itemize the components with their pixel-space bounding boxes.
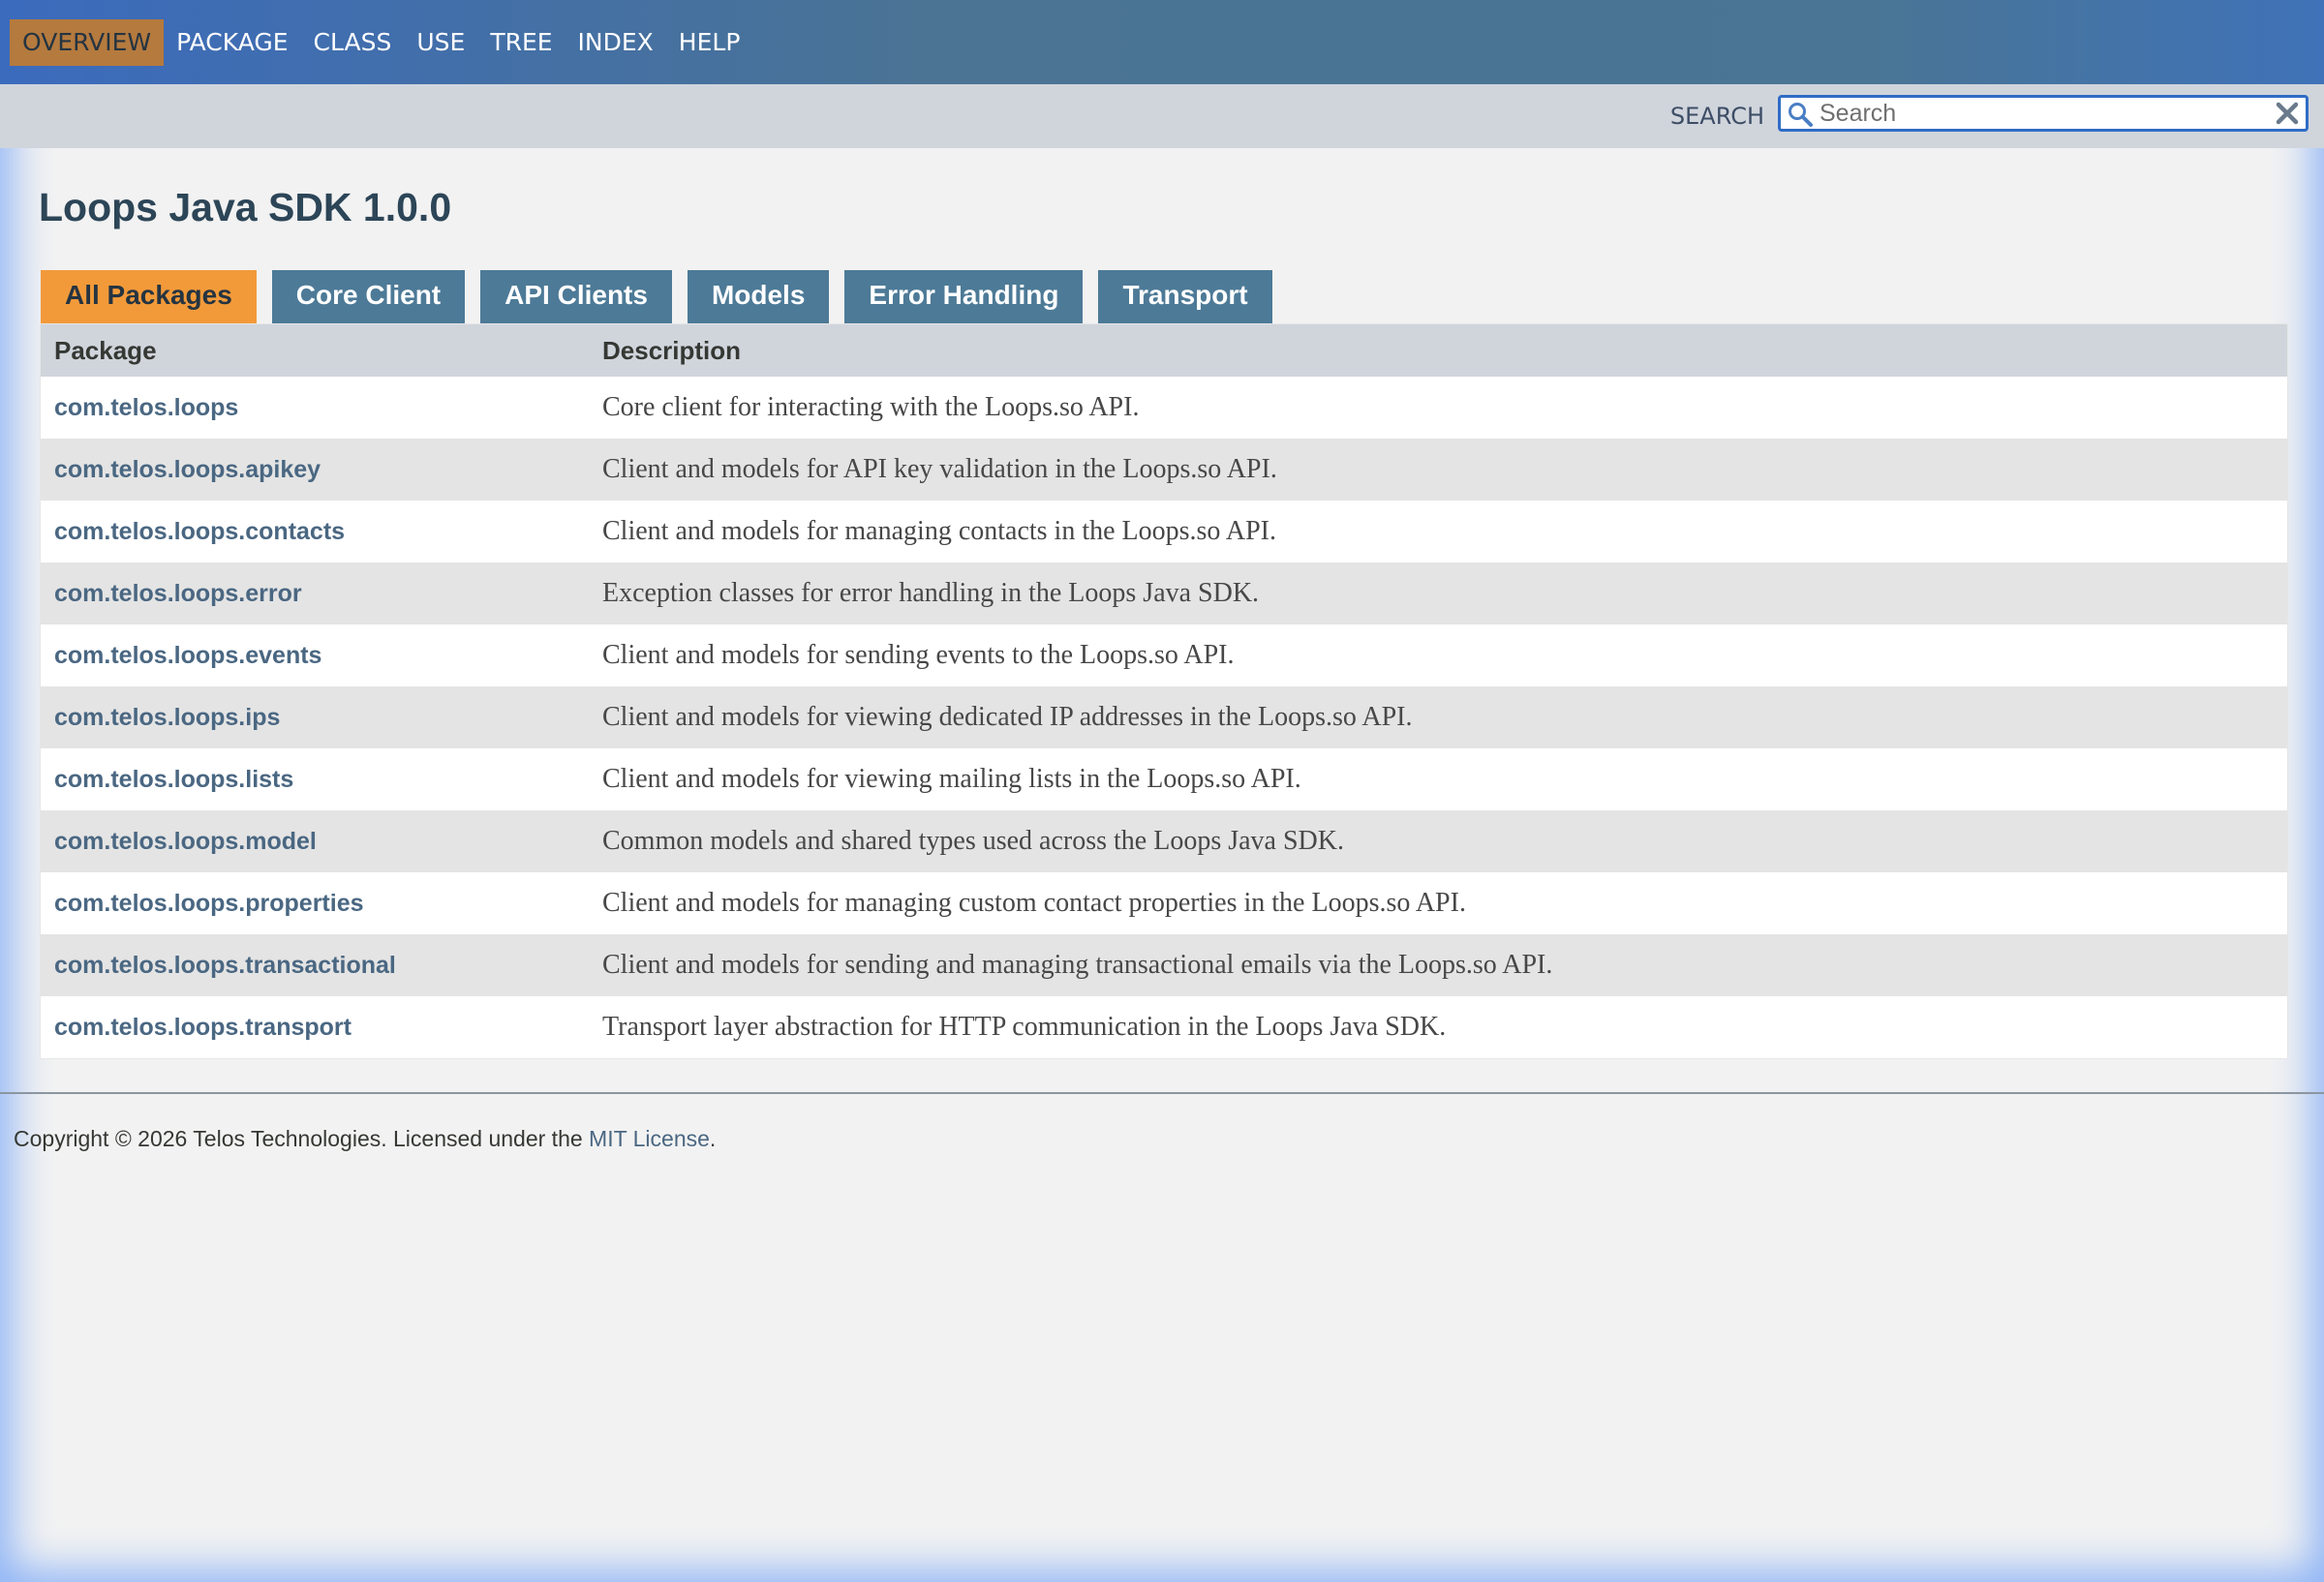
nav-item-class[interactable]: CLASS <box>301 19 405 66</box>
search-input[interactable] <box>1819 98 2255 129</box>
column-header-description: Description <box>602 335 742 365</box>
description-cell: Core client for interacting with the Loo… <box>602 392 1140 422</box>
package-cell: com.telos.loops.properties <box>41 890 602 918</box>
footer-suffix: . <box>709 1126 717 1151</box>
table-row: com.telos.loops.properties Client and mo… <box>41 872 2287 934</box>
footer: Copyright © 2026 Telos Technologies. Lic… <box>14 1126 716 1152</box>
description-cell: Client and models for API key validation… <box>602 454 1277 484</box>
description-cell: Client and models for viewing dedicated … <box>602 702 1413 732</box>
table-row: com.telos.loops.transactional Client and… <box>41 934 2287 996</box>
nav-item-package[interactable]: PACKAGE <box>164 19 300 66</box>
package-cell: com.telos.loops.ips <box>41 704 602 732</box>
package-link[interactable]: com.telos.loops.transactional <box>54 952 396 979</box>
page: OVERVIEW PACKAGE CLASS USE TREE INDEX HE… <box>0 0 2324 1582</box>
search-box[interactable] <box>1778 95 2309 132</box>
table-row: com.telos.loops.contacts Client and mode… <box>41 501 2287 563</box>
tab-error-handling[interactable]: Error Handling <box>844 270 1084 323</box>
tab-all-packages[interactable]: All Packages <box>41 270 257 323</box>
table-row: com.telos.loops.apikey Client and models… <box>41 439 2287 501</box>
tab-api-clients[interactable]: API Clients <box>480 270 672 323</box>
package-link[interactable]: com.telos.loops.apikey <box>54 456 321 483</box>
table-header: Package Description <box>41 324 2287 377</box>
search-icon <box>1789 103 1813 127</box>
table-row: com.telos.loops.model Common models and … <box>41 810 2287 872</box>
package-cell: com.telos.loops.model <box>41 828 602 856</box>
description-cell: Client and models for viewing mailing li… <box>602 764 1301 794</box>
table-row: com.telos.loops Core client for interact… <box>41 377 2287 439</box>
tab-models[interactable]: Models <box>687 270 830 323</box>
nav-item-index[interactable]: INDEX <box>566 19 666 66</box>
nav-item-tree[interactable]: TREE <box>477 19 565 66</box>
package-link[interactable]: com.telos.loops.lists <box>54 766 293 793</box>
table-row: com.telos.loops.ips Client and models fo… <box>41 686 2287 748</box>
package-cell: com.telos.loops.transport <box>41 1014 602 1042</box>
package-cell: com.telos.loops.error <box>41 580 602 608</box>
description-cell: Client and models for sending events to … <box>602 640 1235 670</box>
table-row: com.telos.loops.events Client and models… <box>41 624 2287 686</box>
package-link[interactable]: com.telos.loops.events <box>54 642 321 669</box>
tab-transport[interactable]: Transport <box>1098 270 1272 323</box>
description-cell: Client and models for sending and managi… <box>602 950 1553 980</box>
package-link[interactable]: com.telos.loops.error <box>54 580 302 607</box>
package-summary-table: Package Description com.telos.loops Core… <box>40 323 2288 1059</box>
package-cell: com.telos.loops.lists <box>41 766 602 794</box>
copyright-text: Copyright © 2026 Telos Technologies. Lic… <box>14 1126 590 1151</box>
sub-nav-bar: SEARCH <box>0 84 2324 148</box>
package-cell: com.telos.loops.apikey <box>41 456 602 484</box>
package-cell: com.telos.loops.transactional <box>41 952 602 980</box>
search-label: SEARCH <box>1669 103 1764 130</box>
license-link[interactable]: MIT License <box>589 1126 710 1151</box>
table-row: com.telos.loops.lists Client and models … <box>41 748 2287 810</box>
package-cell: com.telos.loops <box>41 394 602 422</box>
package-tabs: All Packages Core Client API Clients Mod… <box>41 270 1288 323</box>
package-link[interactable]: com.telos.loops.transport <box>54 1014 352 1041</box>
nav-item-overview[interactable]: OVERVIEW <box>10 19 165 66</box>
close-icon[interactable] <box>2275 101 2300 126</box>
package-cell: com.telos.loops.events <box>41 642 602 670</box>
description-cell: Exception classes for error handling in … <box>602 578 1260 608</box>
package-link[interactable]: com.telos.loops.model <box>54 828 317 855</box>
description-cell: Common models and shared types used acro… <box>602 826 1344 856</box>
package-cell: com.telos.loops.contacts <box>41 518 602 546</box>
table-row: com.telos.loops.error Exception classes … <box>41 563 2287 624</box>
nav-item-help[interactable]: HELP <box>666 19 753 66</box>
package-link[interactable]: com.telos.loops <box>54 394 238 421</box>
package-link[interactable]: com.telos.loops.ips <box>54 704 280 731</box>
package-link[interactable]: com.telos.loops.properties <box>54 890 364 917</box>
tab-core-client[interactable]: Core Client <box>271 270 466 323</box>
package-link[interactable]: com.telos.loops.contacts <box>54 518 345 545</box>
nav-item-use[interactable]: USE <box>404 19 477 66</box>
top-nav-bar: OVERVIEW PACKAGE CLASS USE TREE INDEX HE… <box>0 0 2324 84</box>
column-header-package: Package <box>54 335 157 365</box>
page-title: Loops Java SDK 1.0.0 <box>39 185 452 229</box>
description-cell: Client and models for managing custom co… <box>602 888 1466 918</box>
table-row: com.telos.loops.transport Transport laye… <box>41 996 2287 1058</box>
nav-list: OVERVIEW PACKAGE CLASS USE TREE INDEX HE… <box>10 19 752 66</box>
description-cell: Transport layer abstraction for HTTP com… <box>602 1012 1447 1042</box>
footer-divider <box>0 1092 2324 1094</box>
description-cell: Client and models for managing contacts … <box>602 516 1277 546</box>
